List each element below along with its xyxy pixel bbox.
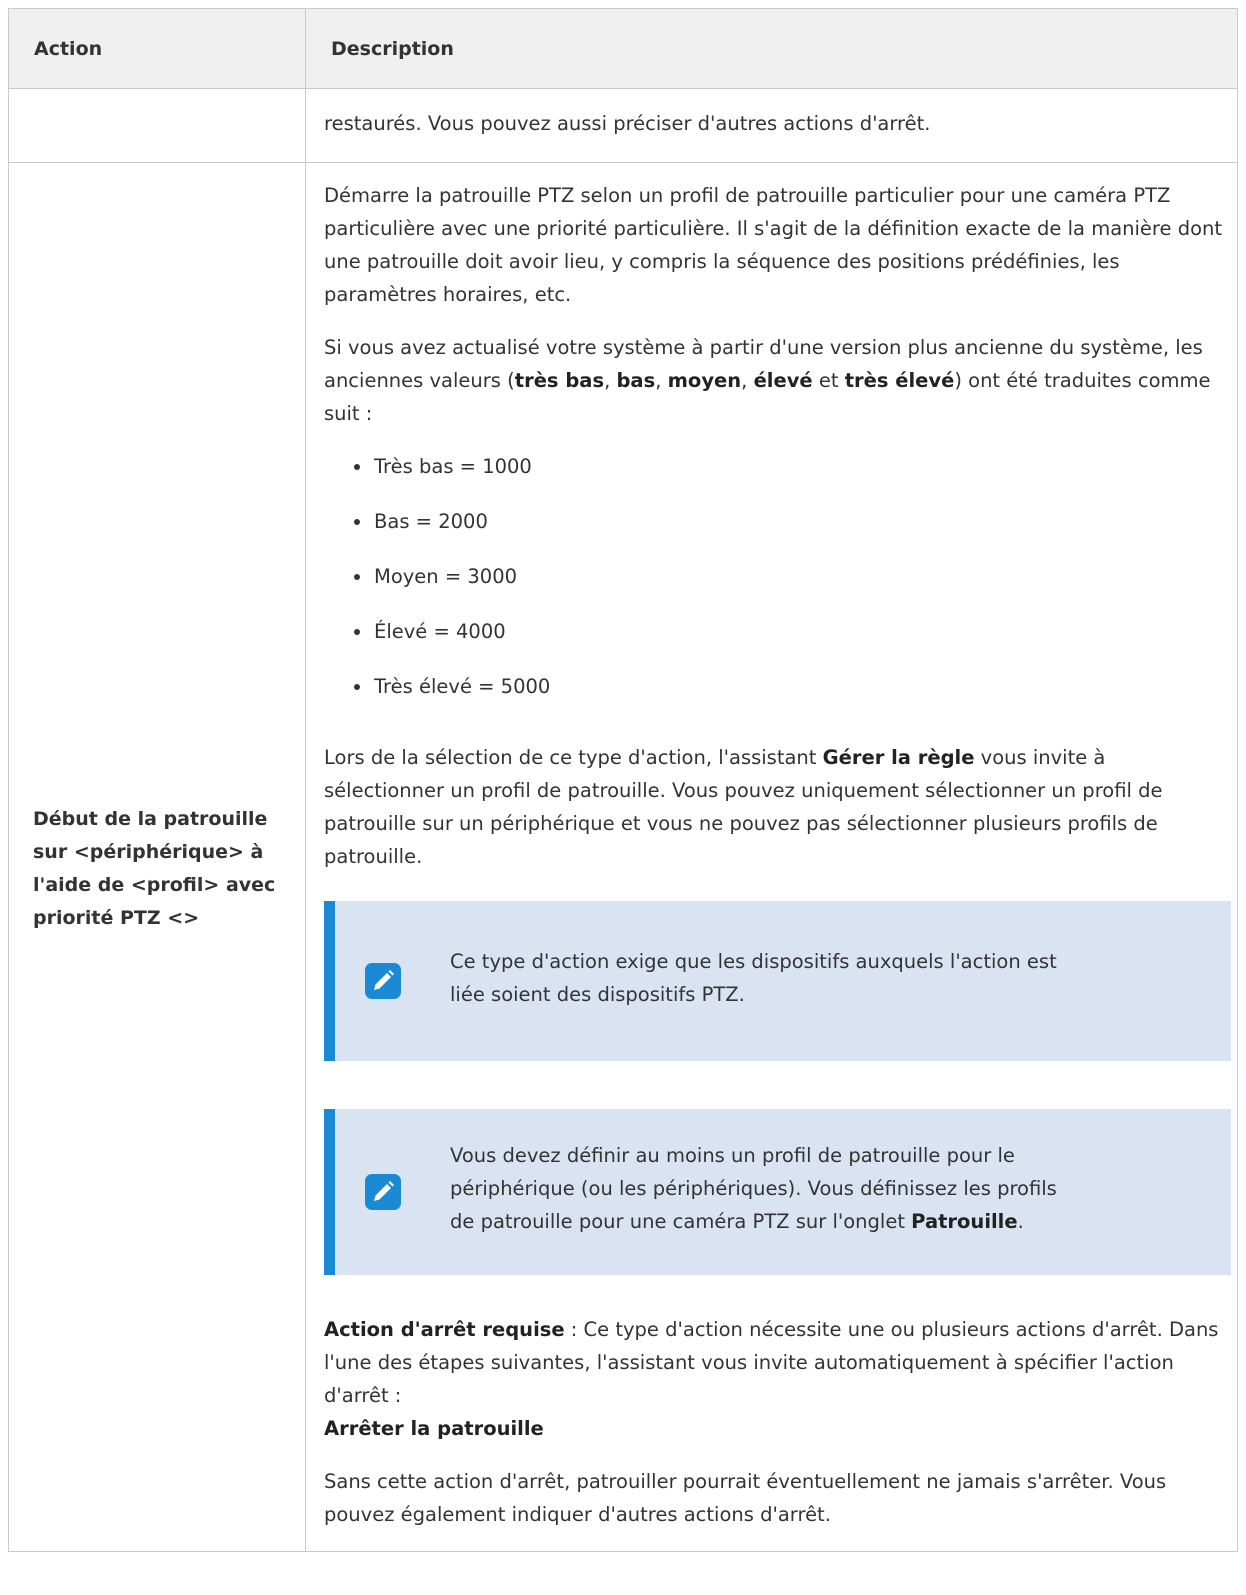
final-paragraph: Sans cette action d'arrêt, patrouiller p… — [324, 1470, 1167, 1526]
note-box-ptz: Ce type d'action exige que les dispositi… — [324, 901, 1231, 1061]
priority-list: Très bas = 1000 Bas = 2000 Moyen = 3000 … — [324, 450, 1231, 725]
wizard-paragraph: Lors de la sélection de ce type d'action… — [324, 746, 1163, 868]
value-bas: bas — [616, 369, 656, 392]
list-item: Très bas = 1000 — [354, 450, 1231, 505]
header-action: Action — [8, 8, 306, 89]
list-item: Élevé = 4000 — [354, 615, 1231, 670]
description-cell: restaurés. Vous pouvez aussi préciser d'… — [305, 88, 1238, 163]
bullet-icon — [354, 464, 360, 470]
action-cell: Début de la patrouille sur <périphérique… — [8, 162, 306, 1552]
note1-line1: Ce type d'action exige que les dispositi… — [450, 950, 1057, 973]
note2-line2: périphérique (ou les périphériques). Vou… — [450, 1177, 1057, 1200]
description-cell: Démarre la patrouille PTZ selon un profi… — [305, 162, 1238, 1552]
value-tres-eleve: très élevé — [844, 369, 955, 392]
list-item: Moyen = 3000 — [354, 560, 1231, 615]
value-moyen: moyen — [667, 369, 742, 392]
note2-line3: de patrouille pour une caméra PTZ sur l'… — [450, 1210, 1024, 1233]
bullet-icon — [354, 629, 360, 635]
table-row: Début de la patrouille sur <périphérique… — [8, 162, 1238, 1552]
note1-line2: liée soient des dispositifs PTZ. — [450, 983, 745, 1006]
tab-name-patrouille: Patrouille — [911, 1210, 1018, 1233]
intro-paragraph: Démarre la patrouille PTZ selon un profi… — [324, 184, 1223, 306]
pencil-note-icon — [365, 1174, 401, 1210]
bullet-icon — [354, 519, 360, 525]
bullet-icon — [354, 574, 360, 580]
list-item: Bas = 2000 — [354, 505, 1231, 560]
bullet-icon — [354, 684, 360, 690]
pencil-note-icon — [365, 963, 401, 999]
note2-line1: Vous devez définir au moins un profil de… — [450, 1144, 1015, 1167]
actions-table: Action Description restaurés. Vous pouve… — [8, 8, 1238, 1552]
wizard-name: Gérer la règle — [822, 746, 975, 769]
list-item: Très élevé = 5000 — [354, 670, 1231, 725]
stop-action-paragraph: Action d'arrêt requise : Ce type d'actio… — [324, 1318, 1219, 1440]
header-description: Description — [305, 8, 1238, 89]
value-tres-bas: très bas — [514, 369, 605, 392]
upgrade-paragraph: Si vous avez actualisé votre système à p… — [324, 336, 1211, 425]
table-row: restaurés. Vous pouvez aussi préciser d'… — [8, 88, 1238, 163]
value-eleve: élevé — [753, 369, 813, 392]
note-box-profile: Vous devez définir au moins un profil de… — [324, 1109, 1231, 1275]
table-header-row: Action Description — [8, 8, 1238, 89]
stop-action-name: Arrêter la patrouille — [324, 1417, 544, 1440]
stop-action-required-label: Action d'arrêt requise — [324, 1318, 565, 1341]
action-label: Début de la patrouille sur <périphérique… — [33, 808, 276, 929]
action-cell-empty — [8, 88, 306, 163]
continuation-text: restaurés. Vous pouvez aussi préciser d'… — [324, 112, 931, 135]
